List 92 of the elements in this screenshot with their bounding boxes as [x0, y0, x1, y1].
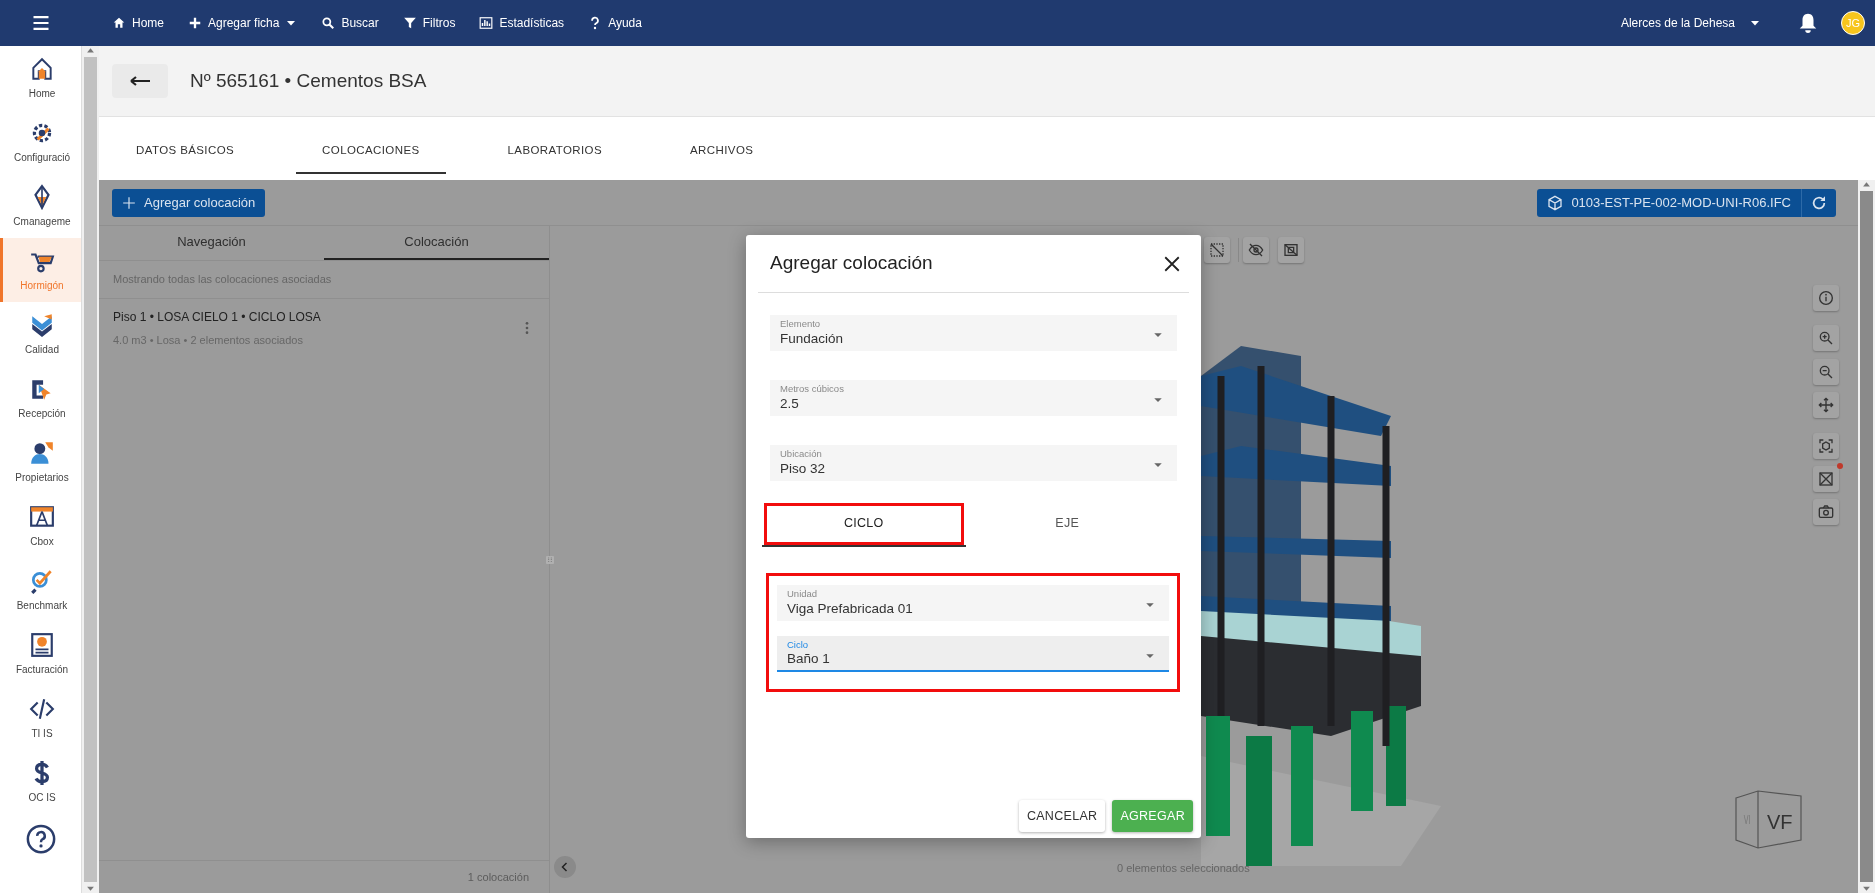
zoom-out-button[interactable] [1813, 359, 1839, 385]
cube-icon [1547, 194, 1564, 211]
move-icon [1818, 397, 1834, 413]
filter-icon [402, 16, 417, 30]
tab[interactable]: LABORATORIOS [481, 129, 629, 174]
sidebar-item[interactable]: Cmanageme [0, 174, 81, 238]
dropdown-field[interactable]: Ubicación Piso 32 [770, 445, 1177, 481]
bar-chart-icon [479, 16, 494, 30]
camera-icon [1818, 504, 1834, 520]
info-icon [1818, 290, 1834, 306]
caret-icon [1145, 600, 1155, 610]
person-icon [29, 439, 55, 466]
section-box-button[interactable] [1813, 466, 1839, 492]
caret-icon [1153, 330, 1163, 340]
hide-selection-button[interactable] [1204, 237, 1230, 263]
dropdown-field[interactable]: Elemento Fundación [770, 315, 1177, 351]
sidebar-item[interactable]: TI IS [0, 686, 81, 750]
bell-icon[interactable] [1797, 12, 1819, 34]
dropdown-field[interactable]: Unidad Viga Prefabricada 01 [777, 585, 1169, 621]
nav-link[interactable]: Ayuda [588, 14, 642, 32]
hide-box-icon [1283, 242, 1299, 258]
cube-face-label: VF [1767, 810, 1793, 835]
easel-icon [29, 503, 55, 530]
coin-document-icon [29, 631, 55, 658]
hide-selection-icon [1209, 242, 1225, 258]
tab[interactable]: Navegación [99, 226, 324, 260]
fit-view-button[interactable] [1813, 433, 1839, 459]
scrollbar[interactable] [1858, 180, 1875, 893]
field-label: Ubicación [780, 449, 823, 459]
notification-dot [1837, 463, 1843, 469]
tab[interactable]: DATOS BÁSICOS [110, 129, 261, 174]
search-icon [321, 16, 336, 30]
fit-view-icon [1818, 438, 1834, 454]
help-icon[interactable] [25, 824, 56, 854]
nav-link[interactable]: Home [112, 14, 164, 32]
sidebar-item[interactable]: Cbox [0, 494, 81, 558]
tab[interactable]: EJE [965, 501, 1169, 547]
sidebar-item[interactable]: Configuració [0, 110, 81, 174]
count-text: 1 colocación [99, 860, 549, 893]
eye-off-button[interactable] [1243, 237, 1269, 263]
refresh-icon [1811, 194, 1827, 211]
page-title: Nº 565161 • Cementos BSA [190, 68, 427, 93]
sidebar-item[interactable]: Facturación [0, 622, 81, 686]
chevrons-icon [29, 311, 55, 338]
sidebar-item[interactable]: Home [0, 46, 81, 110]
back-button[interactable] [112, 64, 168, 98]
project-selector[interactable]: Alerces de la Dehesa [1620, 14, 1761, 32]
info-button[interactable] [1813, 285, 1839, 311]
section-box-icon [1818, 471, 1834, 487]
caret-icon [1153, 460, 1163, 470]
plus-icon [122, 195, 136, 210]
scrollbar[interactable] [82, 46, 99, 893]
collapse-button[interactable] [554, 856, 576, 878]
zoom-in-button[interactable] [1813, 325, 1839, 351]
field-label: Ciclo [787, 639, 810, 650]
zoom-in-icon [1818, 330, 1834, 346]
scroll-down-icon [86, 884, 95, 893]
nav-link[interactable]: Agregar ficha [188, 14, 298, 32]
zoom-out-icon [1818, 364, 1834, 380]
house-icon [112, 16, 126, 30]
eye-off-icon [1248, 242, 1264, 258]
tab[interactable]: ARCHIVOS [664, 129, 780, 174]
cancel-button[interactable]: CANCELAR [1018, 800, 1106, 832]
dropdown-field[interactable]: Ciclo Baño 1 [777, 636, 1169, 672]
nav-link[interactable]: Buscar [321, 14, 379, 32]
menu-icon[interactable] [31, 13, 51, 33]
caret-icon [1153, 395, 1163, 405]
plus-icon [188, 16, 202, 30]
item-title: Piso 1 • LOSA CIELO 1 • CICLO LOSA [113, 308, 322, 326]
field-label: Metros cúbicos [780, 384, 845, 394]
field-label: Elemento [780, 319, 822, 329]
tab[interactable]: COLOCACIONES [296, 129, 446, 174]
tab[interactable]: Colocación [324, 226, 549, 260]
sidebar-item[interactable]: OC IS [0, 750, 81, 814]
dropdown-field[interactable]: Metros cúbicos 2.5 [770, 380, 1177, 416]
add-button[interactable]: Agregar colocación [112, 188, 266, 217]
house-icon [29, 55, 55, 82]
tab[interactable]: CICLO [762, 501, 966, 547]
sidebar-item[interactable]: Propietarios [0, 430, 81, 494]
close-icon[interactable] [1163, 254, 1181, 273]
sidebar-item[interactable]: Benchmark [0, 558, 81, 622]
dialog-title: Agregar colocación [770, 251, 933, 276]
sidebar-item[interactable]: Calidad [0, 302, 81, 366]
field-label: Unidad [787, 589, 819, 599]
nav-link[interactable]: Estadísticas [479, 14, 565, 32]
move-button[interactable] [1813, 392, 1839, 418]
camera-button[interactable] [1813, 499, 1839, 525]
sidebar-item[interactable]: Recepción [0, 366, 81, 430]
hide-box-button[interactable] [1278, 237, 1304, 263]
nav-link[interactable]: Filtros [402, 14, 456, 32]
scroll-down-icon [1862, 884, 1871, 893]
caret-icon [1145, 651, 1155, 661]
